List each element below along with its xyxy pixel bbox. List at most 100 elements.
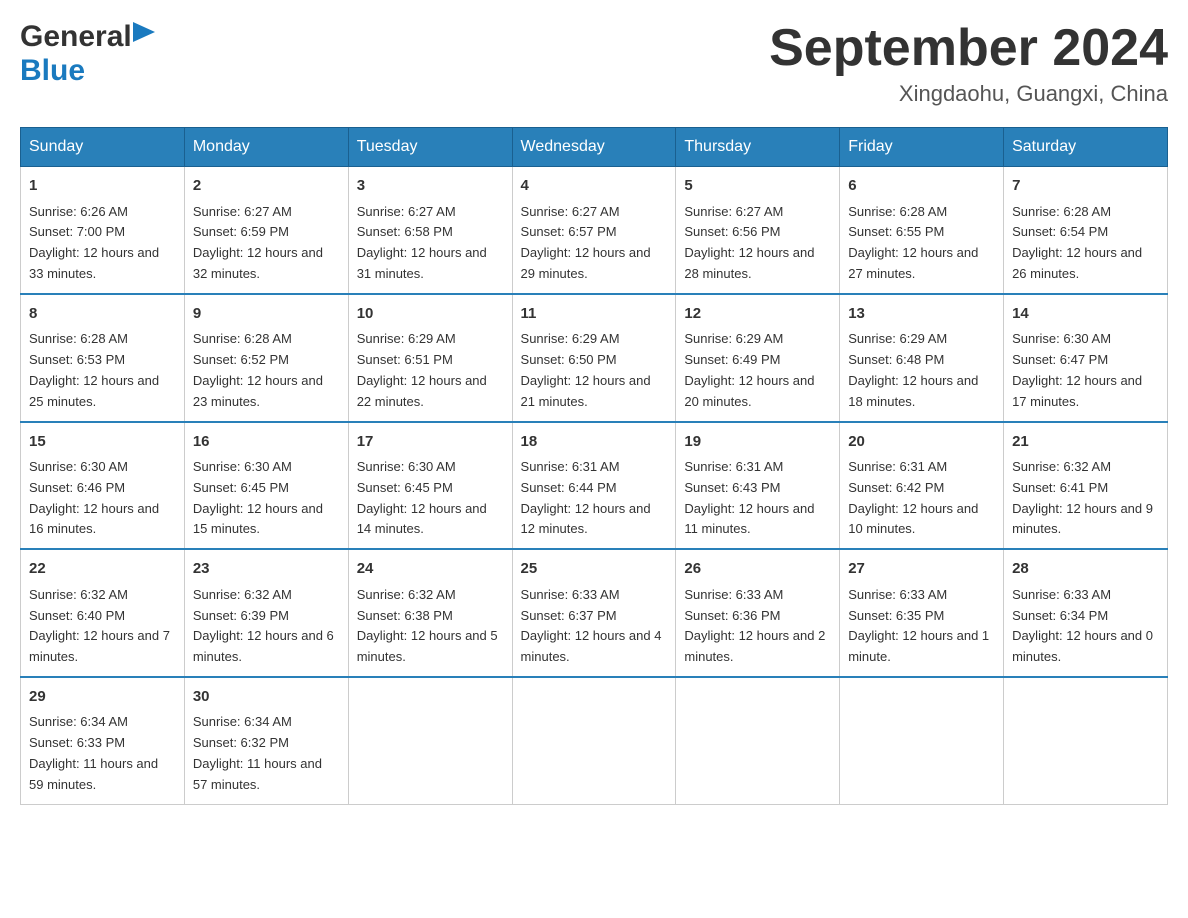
day-number: 23 — [193, 558, 340, 581]
day-number: 15 — [29, 431, 176, 454]
calendar-day-cell: 19 Sunrise: 6:31 AMSunset: 6:43 PMDaylig… — [676, 422, 840, 550]
calendar-day-cell: 20 Sunrise: 6:31 AMSunset: 6:42 PMDaylig… — [840, 422, 1004, 550]
calendar-day-cell: 8 Sunrise: 6:28 AMSunset: 6:53 PMDayligh… — [21, 294, 185, 422]
logo-flag-icon — [133, 22, 155, 52]
calendar-day-cell — [348, 677, 512, 804]
day-number: 29 — [29, 686, 176, 709]
day-number: 22 — [29, 558, 176, 581]
day-number: 11 — [521, 303, 668, 326]
day-info: Sunrise: 6:33 AMSunset: 6:34 PMDaylight:… — [1012, 587, 1153, 664]
header-sunday: Sunday — [21, 128, 185, 167]
header-saturday: Saturday — [1004, 128, 1168, 167]
calendar-day-cell: 21 Sunrise: 6:32 AMSunset: 6:41 PMDaylig… — [1004, 422, 1168, 550]
header-tuesday: Tuesday — [348, 128, 512, 167]
calendar-day-cell: 29 Sunrise: 6:34 AMSunset: 6:33 PMDaylig… — [21, 677, 185, 804]
day-info: Sunrise: 6:32 AMSunset: 6:41 PMDaylight:… — [1012, 459, 1153, 536]
calendar-day-cell: 11 Sunrise: 6:29 AMSunset: 6:50 PMDaylig… — [512, 294, 676, 422]
logo: General Blue — [20, 20, 156, 88]
day-number: 8 — [29, 303, 176, 326]
calendar-week-row: 29 Sunrise: 6:34 AMSunset: 6:33 PMDaylig… — [21, 677, 1168, 804]
day-info: Sunrise: 6:30 AMSunset: 6:46 PMDaylight:… — [29, 459, 159, 536]
calendar-day-cell: 13 Sunrise: 6:29 AMSunset: 6:48 PMDaylig… — [840, 294, 1004, 422]
day-number: 7 — [1012, 175, 1159, 198]
day-info: Sunrise: 6:28 AMSunset: 6:55 PMDaylight:… — [848, 204, 978, 281]
calendar-day-cell: 16 Sunrise: 6:30 AMSunset: 6:45 PMDaylig… — [184, 422, 348, 550]
day-number: 20 — [848, 431, 995, 454]
day-number: 26 — [684, 558, 831, 581]
calendar-day-cell: 4 Sunrise: 6:27 AMSunset: 6:57 PMDayligh… — [512, 167, 676, 294]
calendar-day-cell: 1 Sunrise: 6:26 AMSunset: 7:00 PMDayligh… — [21, 167, 185, 294]
day-info: Sunrise: 6:27 AMSunset: 6:58 PMDaylight:… — [357, 204, 487, 281]
calendar-week-row: 8 Sunrise: 6:28 AMSunset: 6:53 PMDayligh… — [21, 294, 1168, 422]
header-monday: Monday — [184, 128, 348, 167]
day-info: Sunrise: 6:34 AMSunset: 6:33 PMDaylight:… — [29, 714, 158, 791]
day-info: Sunrise: 6:31 AMSunset: 6:44 PMDaylight:… — [521, 459, 651, 536]
calendar-day-cell: 26 Sunrise: 6:33 AMSunset: 6:36 PMDaylig… — [676, 549, 840, 677]
day-number: 18 — [521, 431, 668, 454]
day-number: 24 — [357, 558, 504, 581]
day-number: 27 — [848, 558, 995, 581]
title-area: September 2024 Xingdaohu, Guangxi, China — [769, 20, 1168, 107]
day-number: 16 — [193, 431, 340, 454]
calendar-day-cell: 7 Sunrise: 6:28 AMSunset: 6:54 PMDayligh… — [1004, 167, 1168, 294]
day-info: Sunrise: 6:30 AMSunset: 6:47 PMDaylight:… — [1012, 331, 1142, 408]
page-header: General Blue September 2024 Xingdaohu, G… — [20, 20, 1168, 107]
calendar-day-cell: 28 Sunrise: 6:33 AMSunset: 6:34 PMDaylig… — [1004, 549, 1168, 677]
day-number: 12 — [684, 303, 831, 326]
calendar-day-cell: 30 Sunrise: 6:34 AMSunset: 6:32 PMDaylig… — [184, 677, 348, 804]
day-number: 30 — [193, 686, 340, 709]
day-number: 10 — [357, 303, 504, 326]
calendar-header-row: Sunday Monday Tuesday Wednesday Thursday… — [21, 128, 1168, 167]
location-subtitle: Xingdaohu, Guangxi, China — [769, 81, 1168, 107]
logo-blue-text: Blue — [20, 54, 85, 87]
calendar-week-row: 15 Sunrise: 6:30 AMSunset: 6:46 PMDaylig… — [21, 422, 1168, 550]
logo-image: General — [20, 20, 156, 54]
day-number: 28 — [1012, 558, 1159, 581]
calendar-day-cell: 23 Sunrise: 6:32 AMSunset: 6:39 PMDaylig… — [184, 549, 348, 677]
day-info: Sunrise: 6:33 AMSunset: 6:35 PMDaylight:… — [848, 587, 989, 664]
calendar-day-cell: 12 Sunrise: 6:29 AMSunset: 6:49 PMDaylig… — [676, 294, 840, 422]
day-info: Sunrise: 6:31 AMSunset: 6:43 PMDaylight:… — [684, 459, 814, 536]
day-number: 17 — [357, 431, 504, 454]
calendar-day-cell: 9 Sunrise: 6:28 AMSunset: 6:52 PMDayligh… — [184, 294, 348, 422]
day-number: 1 — [29, 175, 176, 198]
logo-general-text: General — [20, 20, 132, 54]
calendar-day-cell: 3 Sunrise: 6:27 AMSunset: 6:58 PMDayligh… — [348, 167, 512, 294]
day-number: 6 — [848, 175, 995, 198]
calendar-day-cell: 15 Sunrise: 6:30 AMSunset: 6:46 PMDaylig… — [21, 422, 185, 550]
calendar-table: Sunday Monday Tuesday Wednesday Thursday… — [20, 127, 1168, 804]
calendar-day-cell: 17 Sunrise: 6:30 AMSunset: 6:45 PMDaylig… — [348, 422, 512, 550]
day-info: Sunrise: 6:29 AMSunset: 6:50 PMDaylight:… — [521, 331, 651, 408]
calendar-day-cell: 27 Sunrise: 6:33 AMSunset: 6:35 PMDaylig… — [840, 549, 1004, 677]
day-info: Sunrise: 6:27 AMSunset: 6:56 PMDaylight:… — [684, 204, 814, 281]
day-number: 3 — [357, 175, 504, 198]
day-info: Sunrise: 6:29 AMSunset: 6:49 PMDaylight:… — [684, 331, 814, 408]
day-number: 25 — [521, 558, 668, 581]
day-info: Sunrise: 6:34 AMSunset: 6:32 PMDaylight:… — [193, 714, 322, 791]
calendar-day-cell: 14 Sunrise: 6:30 AMSunset: 6:47 PMDaylig… — [1004, 294, 1168, 422]
day-number: 9 — [193, 303, 340, 326]
day-info: Sunrise: 6:27 AMSunset: 6:57 PMDaylight:… — [521, 204, 651, 281]
calendar-day-cell: 24 Sunrise: 6:32 AMSunset: 6:38 PMDaylig… — [348, 549, 512, 677]
calendar-day-cell: 6 Sunrise: 6:28 AMSunset: 6:55 PMDayligh… — [840, 167, 1004, 294]
calendar-day-cell — [1004, 677, 1168, 804]
day-info: Sunrise: 6:30 AMSunset: 6:45 PMDaylight:… — [193, 459, 323, 536]
day-number: 14 — [1012, 303, 1159, 326]
day-info: Sunrise: 6:28 AMSunset: 6:54 PMDaylight:… — [1012, 204, 1142, 281]
calendar-day-cell: 18 Sunrise: 6:31 AMSunset: 6:44 PMDaylig… — [512, 422, 676, 550]
day-info: Sunrise: 6:32 AMSunset: 6:38 PMDaylight:… — [357, 587, 498, 664]
calendar-day-cell: 25 Sunrise: 6:33 AMSunset: 6:37 PMDaylig… — [512, 549, 676, 677]
header-wednesday: Wednesday — [512, 128, 676, 167]
day-info: Sunrise: 6:33 AMSunset: 6:36 PMDaylight:… — [684, 587, 825, 664]
header-thursday: Thursday — [676, 128, 840, 167]
calendar-day-cell: 5 Sunrise: 6:27 AMSunset: 6:56 PMDayligh… — [676, 167, 840, 294]
calendar-day-cell — [512, 677, 676, 804]
calendar-day-cell — [676, 677, 840, 804]
day-number: 4 — [521, 175, 668, 198]
calendar-day-cell: 22 Sunrise: 6:32 AMSunset: 6:40 PMDaylig… — [21, 549, 185, 677]
day-number: 13 — [848, 303, 995, 326]
calendar-week-row: 22 Sunrise: 6:32 AMSunset: 6:40 PMDaylig… — [21, 549, 1168, 677]
day-info: Sunrise: 6:33 AMSunset: 6:37 PMDaylight:… — [521, 587, 662, 664]
day-info: Sunrise: 6:31 AMSunset: 6:42 PMDaylight:… — [848, 459, 978, 536]
day-info: Sunrise: 6:30 AMSunset: 6:45 PMDaylight:… — [357, 459, 487, 536]
